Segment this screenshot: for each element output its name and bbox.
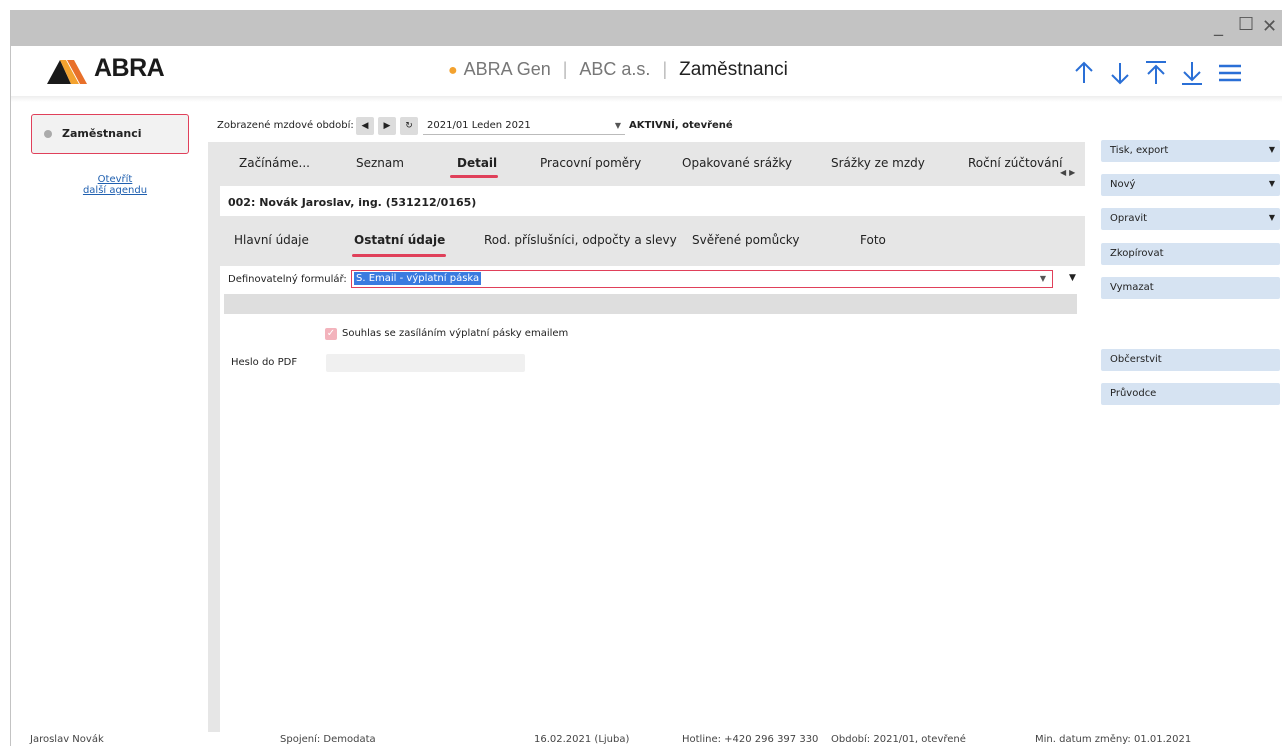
refresh-label: Občerstvit — [1110, 354, 1162, 365]
tab-list[interactable]: Seznam — [356, 156, 404, 170]
agenda-content: Začínáme... Seznam Detail Pracovní poměr… — [208, 142, 1085, 732]
app-title: ● ABRA Gen | ABC a.s. | Zaměstnanci — [448, 59, 788, 81]
maximize-icon[interactable]: ☐ — [1238, 15, 1254, 35]
new-label: Nový — [1110, 179, 1136, 190]
title-separator: | — [562, 59, 568, 79]
pdf-password-input[interactable] — [326, 354, 525, 372]
active-tab-indicator — [450, 175, 498, 178]
form-menu-icon[interactable]: ▼ — [1069, 273, 1076, 283]
definable-form-select[interactable]: S. Email - výplatní páska ▼ — [351, 270, 1053, 288]
tab-start[interactable]: Začínáme... — [239, 156, 310, 170]
active-subtab-indicator — [352, 254, 446, 257]
consent-checkbox[interactable]: ✓ — [325, 328, 337, 340]
consent-label: Souhlas se zasíláním výplatní pásky emai… — [342, 328, 569, 339]
arrow-down-icon[interactable] — [1107, 58, 1133, 88]
refresh-button[interactable]: Občerstvit — [1101, 349, 1280, 371]
abra-logo-icon — [47, 60, 87, 84]
menu-icon[interactable] — [1217, 58, 1243, 88]
subtab-family-members[interactable]: Rod. příslušníci, odpočty a slevy — [484, 233, 677, 247]
subtab-other-info[interactable]: Ostatní údaje — [354, 233, 445, 247]
wizard-label: Průvodce — [1110, 388, 1157, 399]
agenda-sidebar: Zaměstnanci Otevřít další agendu — [11, 102, 196, 732]
pdf-password-label: Heslo do PDF — [231, 357, 298, 368]
subtab-photo[interactable]: Foto — [860, 233, 886, 247]
employee-header: 002: Novák Jaroslav, ing. (531212/0165) — [220, 186, 1085, 216]
status-dot-icon: ● — [448, 62, 458, 79]
subtab-main-info[interactable]: Hlavní údaje — [234, 233, 309, 247]
subtab-entrusted-tools[interactable]: Svěřené pomůcky — [692, 233, 799, 247]
agenda-button-label: Zaměstnanci — [62, 127, 142, 140]
refresh-period-button[interactable]: ↻ — [400, 117, 418, 135]
form-toolbar-strip — [224, 294, 1077, 314]
tab-wage-deductions[interactable]: Srážky ze mzdy — [831, 156, 925, 170]
chevron-down-icon: ▼ — [1268, 145, 1275, 154]
print-export-label: Tisk, export — [1110, 145, 1169, 156]
arrow-first-icon[interactable] — [1143, 58, 1169, 88]
edit-label: Opravit — [1110, 213, 1148, 224]
agenda-title: Zaměstnanci — [679, 59, 788, 80]
window-titlebar: _ ☐ ✕ — [10, 10, 1282, 46]
tab-detail[interactable]: Detail — [457, 156, 497, 170]
period-dropdown[interactable]: 2021/01 Leden 2021 ▼ — [423, 117, 625, 135]
new-button[interactable]: Nový ▼ — [1101, 174, 1280, 196]
status-bar: Jaroslav Novák Spojení: Demodata 16.02.2… — [11, 732, 1282, 746]
product-name: ABRA Gen — [463, 59, 551, 79]
app-header: ABRA ● ABRA Gen | ABC a.s. | Zaměstnanci — [11, 46, 1282, 96]
chevron-down-icon: ▼ — [1039, 274, 1046, 283]
status-period: Období: 2021/01, otevřené — [831, 734, 966, 745]
status-min-date: Min. datum změny: 01.01.2021 — [1035, 734, 1192, 745]
logo-text: ABRA — [94, 54, 165, 82]
open-agenda-link-line2: další agendu — [82, 185, 148, 196]
tab-recurring-deductions[interactable]: Opakované srážky — [682, 156, 792, 170]
employee-title: 002: Novák Jaroslav, ing. (531212/0165) — [228, 196, 477, 209]
edit-button[interactable]: Opravit ▼ — [1101, 208, 1280, 230]
definable-form-label: Definovatelný formulář: — [228, 274, 347, 285]
form-panel: Definovatelný formulář: S. Email - výpla… — [220, 266, 1085, 732]
delete-label: Vymazat — [1110, 282, 1154, 293]
period-label: Zobrazené mzdové období: — [217, 120, 354, 131]
wizard-button[interactable]: Průvodce — [1101, 383, 1280, 405]
main-tabs: Začínáme... Seznam Detail Pracovní poměr… — [208, 142, 1085, 182]
tab-scroll-arrows-icon[interactable]: ◀▶ — [1060, 168, 1078, 177]
title-separator: | — [662, 59, 668, 79]
chevron-down-icon: ▼ — [614, 121, 621, 130]
agenda-button-employees[interactable]: Zaměstnanci — [31, 114, 189, 154]
tab-employment[interactable]: Pracovní poměry — [540, 156, 641, 170]
tab-annual-settlement[interactable]: Roční zúčtování — [968, 156, 1062, 170]
chevron-down-icon: ▼ — [1268, 179, 1275, 188]
open-agenda-link[interactable]: Otevřít další agendu — [65, 174, 165, 196]
company-name: ABC a.s. — [579, 59, 651, 79]
chevron-down-icon: ▼ — [1268, 213, 1275, 222]
close-icon[interactable]: ✕ — [1262, 17, 1277, 37]
status-connection: Spojení: Demodata — [280, 734, 376, 745]
sub-tabs: Hlavní údaje Ostatní údaje Rod. příslušn… — [208, 216, 1085, 266]
next-period-button[interactable]: ▶ — [378, 117, 396, 135]
arrow-up-icon[interactable] — [1071, 58, 1097, 88]
arrow-last-icon[interactable] — [1179, 58, 1205, 88]
definable-form-value: S. Email - výplatní páska — [354, 272, 482, 285]
copy-button[interactable]: Zkopírovat — [1101, 243, 1280, 265]
period-value: 2021/01 Leden 2021 — [427, 120, 531, 131]
prev-period-button[interactable]: ◀ — [356, 117, 374, 135]
bullet-icon — [44, 130, 52, 138]
status-date: 16.02.2021 (Ljuba) — [534, 734, 630, 745]
print-export-button[interactable]: Tisk, export ▼ — [1101, 140, 1280, 162]
delete-button[interactable]: Vymazat — [1101, 277, 1280, 299]
header-shadow — [11, 96, 1282, 102]
open-agenda-link-line1: Otevřít — [97, 174, 133, 185]
copy-label: Zkopírovat — [1110, 248, 1164, 259]
status-hotline: Hotline: +420 296 397 330 — [682, 734, 819, 745]
period-status: AKTIVNÍ, otevřené — [629, 120, 733, 131]
minimize-icon[interactable]: _ — [1214, 17, 1223, 37]
status-user: Jaroslav Novák — [30, 734, 104, 745]
